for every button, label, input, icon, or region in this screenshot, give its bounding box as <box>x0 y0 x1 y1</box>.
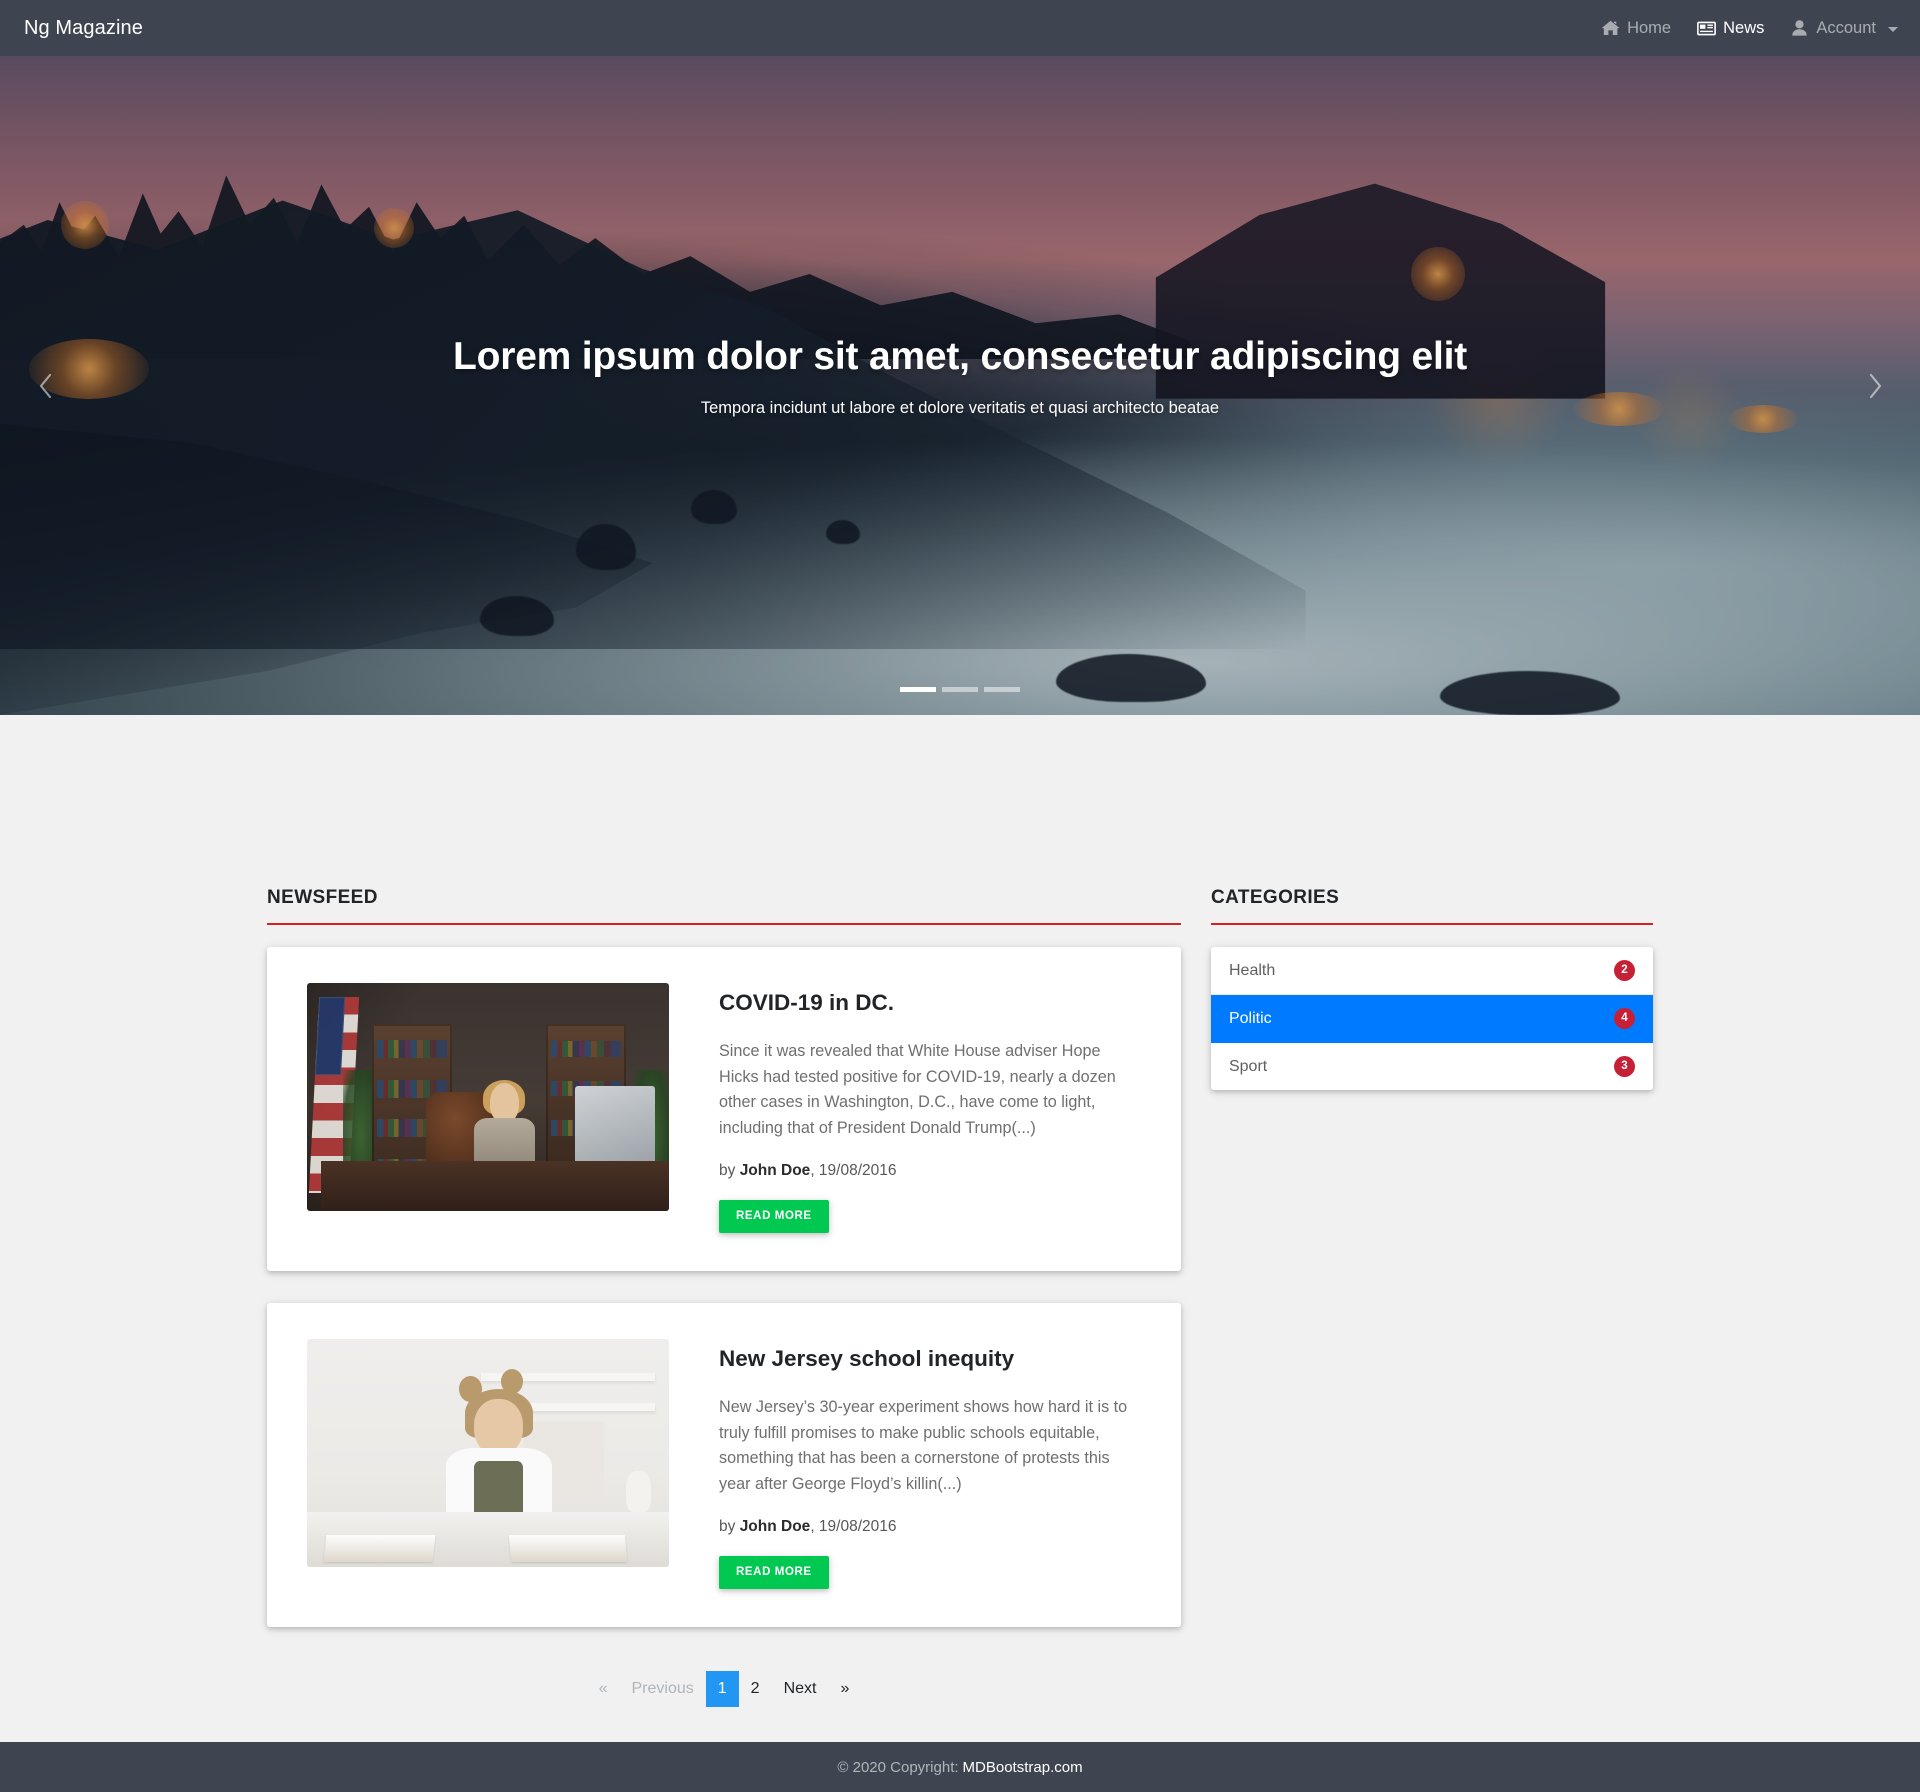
category-item-health-label: Health <box>1228 961 1276 979</box>
home-icon <box>1601 20 1620 37</box>
article-author: John Doe <box>739 1161 811 1179</box>
category-item-health-badge: 2 <box>1613 960 1635 981</box>
pagination-first-symbol[interactable]: « <box>587 1671 620 1707</box>
main-navbar: Ng Magazine Home News Account <box>0 0 1920 56</box>
article-thumbnail-image[interactable] <box>307 983 669 1211</box>
newspaper-icon <box>1697 20 1717 37</box>
read-more-button[interactable]: Read more <box>719 1555 829 1589</box>
article-meta: by John Doe, 19/08/2016 <box>719 1518 1141 1536</box>
nav-link-account-label: Account <box>1816 18 1876 37</box>
article-title[interactable]: COVID-19 in DC. <box>719 989 1141 1017</box>
article-excerpt: Since it was revealed that White House a… <box>719 1042 1116 1137</box>
page-footer: © 2020 Copyright: MDBootstrap.com <box>0 1742 1920 1792</box>
nav-link-news-label: News <box>1723 18 1765 37</box>
hero-subtitle: Tempora incidunt ut labore et dolore ver… <box>700 398 1220 417</box>
article-card: COVID-19 in DC. Since it was revealed th… <box>267 947 1181 1271</box>
hero-caption: Lorem ipsum dolor sit amet, consectetur … <box>0 334 1920 418</box>
read-more-button[interactable]: Read more <box>719 1199 829 1233</box>
footer-link[interactable]: MDBootstrap.com <box>963 1759 1083 1776</box>
article-body: COVID-19 in DC. Since it was revealed th… <box>669 983 1141 1233</box>
carousel-next-button[interactable] <box>1830 56 1920 715</box>
categories-heading: CATEGORIES <box>1210 887 1340 908</box>
pagination-last[interactable]: » <box>828 1671 861 1707</box>
nav-link-home[interactable]: Home <box>1601 20 1671 37</box>
article-meta: by John Doe, 19/08/2016 <box>719 1162 1141 1180</box>
pagination: « Previous 1 2 Next » <box>267 1659 1181 1707</box>
category-item-sport[interactable]: Sport 3 <box>1211 1043 1653 1090</box>
article-by-prefix: by <box>719 1161 740 1179</box>
nav-link-home-label: Home <box>1627 18 1672 37</box>
newsfeed-heading-rule <box>267 923 1181 925</box>
categories-heading-rule <box>1210 923 1653 925</box>
hero-carousel: Lorem ipsum dolor sit amet, consectetur … <box>0 56 1920 715</box>
category-item-sport-label: Sport <box>1228 1057 1268 1075</box>
categories-column: CATEGORIES Health 2 Politic 4 Sport 3 <box>1196 887 1668 1707</box>
pagination-page-1-label[interactable]: 1 <box>705 1671 739 1707</box>
category-item-sport-badge: 3 <box>1613 1056 1635 1077</box>
navbar-links: Home News Account <box>1601 20 1898 37</box>
category-item-politic-badge: 4 <box>1613 1008 1635 1029</box>
article-date: , 19/08/2016 <box>810 1517 897 1535</box>
nav-link-news[interactable]: News <box>1697 20 1764 37</box>
newsfeed-column: NEWSFEED COVID-19 in DC. Since it was re… <box>252 887 1196 1707</box>
carousel-indicators <box>0 687 1920 692</box>
newsfeed-heading: NEWSFEED <box>267 887 378 908</box>
pagination-page-1[interactable]: 1 <box>705 1671 739 1707</box>
pagination-previous-label[interactable]: Previous <box>620 1671 706 1707</box>
chevron-right-icon <box>1867 372 1884 400</box>
pagination-page-2-label[interactable]: 2 <box>739 1671 772 1707</box>
footer-copyright: © 2020 Copyright: <box>837 1758 959 1776</box>
chevron-left-icon <box>37 372 54 400</box>
article-thumbnail-image[interactable] <box>307 1339 669 1567</box>
pagination-last-symbol[interactable]: » <box>828 1671 861 1707</box>
category-item-health[interactable]: Health 2 <box>1210 947 1653 995</box>
brand-logo[interactable]: Ng Magazine <box>24 18 143 38</box>
content-bottom-spacer <box>0 1707 1920 1741</box>
article-thumbnail-wrap <box>307 1339 669 1589</box>
carousel-indicator-1[interactable] <box>900 687 936 692</box>
pagination-next-label[interactable]: Next <box>772 1671 829 1707</box>
categories-list: Health 2 Politic 4 Sport 3 <box>1210 947 1653 1090</box>
carousel-indicator-2[interactable] <box>942 687 978 692</box>
hero-title: Lorem ipsum dolor sit amet, consectetur … <box>452 335 1468 378</box>
content-row: NEWSFEED COVID-19 in DC. Since it was re… <box>252 715 1668 1707</box>
article-author: John Doe <box>739 1517 811 1535</box>
article-by-prefix: by <box>719 1517 740 1535</box>
article-date: , 19/08/2016 <box>810 1161 897 1179</box>
chevron-down-icon <box>1888 26 1898 32</box>
pagination-previous[interactable]: Previous <box>620 1671 706 1707</box>
article-card: New Jersey school inequity New Jersey’s … <box>267 1303 1181 1627</box>
carousel-prev-button[interactable] <box>0 56 90 715</box>
article-thumbnail-wrap <box>307 983 669 1233</box>
pagination-page-2[interactable]: 2 <box>739 1671 772 1707</box>
nav-link-account[interactable]: Account <box>1790 20 1898 37</box>
category-item-politic-label: Politic <box>1228 1009 1272 1027</box>
page-content: NEWSFEED COVID-19 in DC. Since it was re… <box>0 715 1920 1742</box>
carousel-indicator-3[interactable] <box>984 687 1020 692</box>
article-excerpt: New Jersey’s 30-year experiment shows ho… <box>719 1398 1128 1493</box>
category-item-politic[interactable]: Politic 4 <box>1210 995 1653 1043</box>
article-title[interactable]: New Jersey school inequity <box>719 1345 1141 1373</box>
content-container: NEWSFEED COVID-19 in DC. Since it was re… <box>240 715 1680 1707</box>
article-body: New Jersey school inequity New Jersey’s … <box>669 1339 1141 1589</box>
pagination-next[interactable]: Next <box>772 1671 829 1707</box>
user-icon <box>1790 20 1809 37</box>
pagination-first[interactable]: « <box>587 1671 620 1707</box>
